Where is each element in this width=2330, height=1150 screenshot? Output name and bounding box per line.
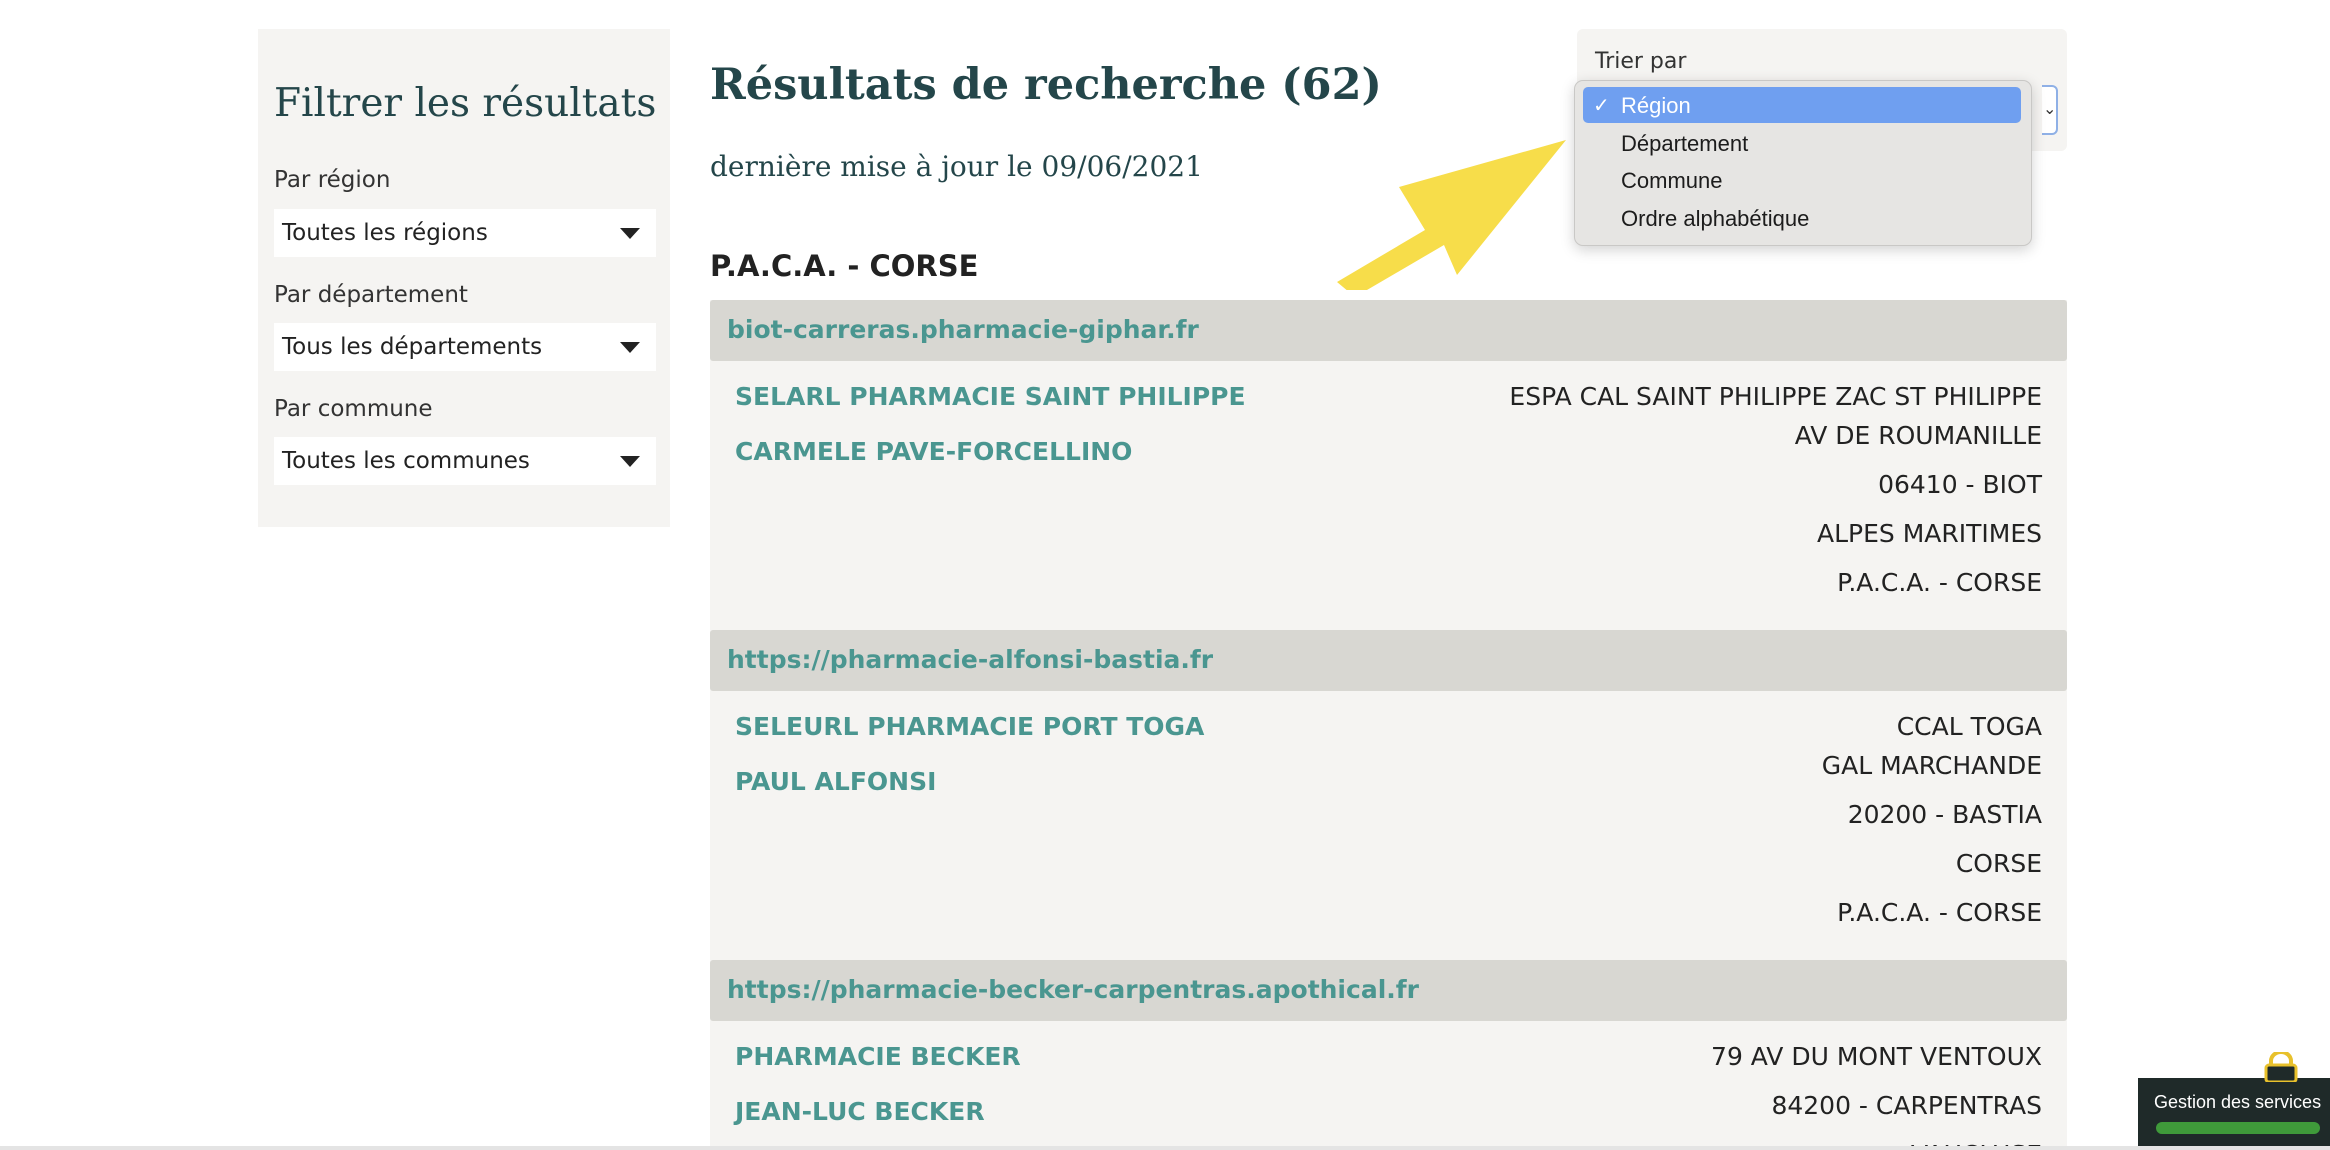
page-bottom-divider (0, 1146, 2330, 1150)
sort-option-region[interactable]: ✓ Région (1583, 87, 2021, 123)
sort-select[interactable]: ⌄ (2042, 85, 2058, 135)
address-line: ESPA CAL SAINT PHILIPPE ZAC ST PHILIPPE (1509, 382, 2042, 411)
filter-label-commune: Par commune (274, 396, 433, 422)
sort-option-label: Commune (1621, 168, 1723, 193)
address-postcode-city: 20200 - BASTIA (1847, 800, 2042, 829)
address-department: ALPES MARITIMES (1816, 519, 2042, 548)
lock-icon (2264, 1052, 2298, 1082)
filter-title: Filtrer les résultats (274, 81, 657, 126)
filter-label-region: Par région (274, 167, 391, 193)
region-select[interactable]: Toutes les régions (274, 209, 656, 257)
last-update-text: dernière mise à jour le 09/06/2021 (710, 150, 1203, 183)
address-line: CCAL TOGA (1896, 712, 2042, 741)
result-url-link[interactable]: https://pharmacie-becker-carpentras.apot… (727, 975, 1419, 1004)
sort-option-label: Département (1621, 131, 1749, 156)
pharmacist-name-link[interactable]: PAUL ALFONSI (735, 767, 936, 796)
pharmacist-name-link[interactable]: JEAN-LUC BECKER (735, 1097, 985, 1126)
sort-option-label: Ordre alphabétique (1621, 206, 1810, 231)
pharmacy-name-link[interactable]: PHARMACIE BECKER (735, 1042, 1021, 1071)
services-status-bar (2156, 1122, 2320, 1134)
commune-select-value: Toutes les communes (282, 448, 530, 474)
chevron-down-icon (620, 228, 640, 239)
checkmark-icon: ✓ (1593, 95, 1610, 117)
address-postcode-city: 06410 - BIOT (1878, 470, 2042, 499)
result-card-header: biot-carreras.pharmacie-giphar.fr (710, 300, 2067, 361)
department-select[interactable]: Tous les départements (274, 323, 656, 371)
sort-option-department[interactable]: Département (1583, 125, 2021, 161)
result-url-link[interactable]: https://pharmacie-alfonsi-bastia.fr (727, 645, 1213, 674)
result-url-link[interactable]: biot-carreras.pharmacie-giphar.fr (727, 315, 1199, 344)
address-region: P.A.C.A. - CORSE (1837, 898, 2042, 927)
address-department: CORSE (1955, 849, 2042, 878)
services-widget-label: Gestion des services (2154, 1092, 2322, 1112)
sort-option-commune[interactable]: Commune (1583, 162, 2021, 198)
annotation-arrow-icon (1337, 140, 1566, 290)
region-select-value: Toutes les régions (282, 220, 488, 246)
page-title: Résultats de recherche (62) (710, 60, 1382, 110)
address-postcode-city: 84200 - CARPENTRAS (1771, 1091, 2042, 1120)
filter-label-department: Par département (274, 282, 468, 308)
sort-option-label: Région (1621, 93, 1691, 118)
region-heading: P.A.C.A. - CORSE (710, 249, 979, 283)
address-line: AV DE ROUMANILLE (1794, 421, 2042, 450)
result-card: https://pharmacie-alfonsi-bastia.fr SELE… (710, 630, 2067, 960)
result-card: https://pharmacie-becker-carpentras.apot… (710, 960, 2067, 1150)
chevron-down-icon (620, 456, 640, 467)
address-line: GAL MARCHANDE (1821, 751, 2042, 780)
pharmacy-name-link[interactable]: SELEURL PHARMACIE PORT TOGA (735, 712, 1204, 741)
sort-option-alphabetical[interactable]: Ordre alphabétique (1583, 200, 2021, 236)
pharmacist-name-link[interactable]: CARMELE PAVE-FORCELLINO (735, 437, 1132, 466)
address-region: P.A.C.A. - CORSE (1837, 568, 2042, 597)
sort-label: Trier par (1595, 49, 1687, 74)
result-card-header: https://pharmacie-alfonsi-bastia.fr (710, 630, 2067, 691)
chevron-down-icon (620, 342, 640, 353)
services-widget[interactable]: Gestion des services (2138, 1052, 2330, 1150)
department-select-value: Tous les départements (282, 334, 543, 360)
result-card-header: https://pharmacie-becker-carpentras.apot… (710, 960, 2067, 1021)
filter-sidebar: Filtrer les résultats Par région Toutes … (258, 29, 670, 527)
sort-dropdown-menu: ✓ Région Département Commune Ordre alpha… (1574, 80, 2032, 246)
address-line: 79 AV DU MONT VENTOUX (1711, 1042, 2042, 1071)
chevron-down-icon: ⌄ (2043, 99, 2057, 118)
commune-select[interactable]: Toutes les communes (274, 437, 656, 485)
pharmacy-name-link[interactable]: SELARL PHARMACIE SAINT PHILIPPE (735, 382, 1246, 411)
result-card: biot-carreras.pharmacie-giphar.fr SELARL… (710, 300, 2067, 630)
